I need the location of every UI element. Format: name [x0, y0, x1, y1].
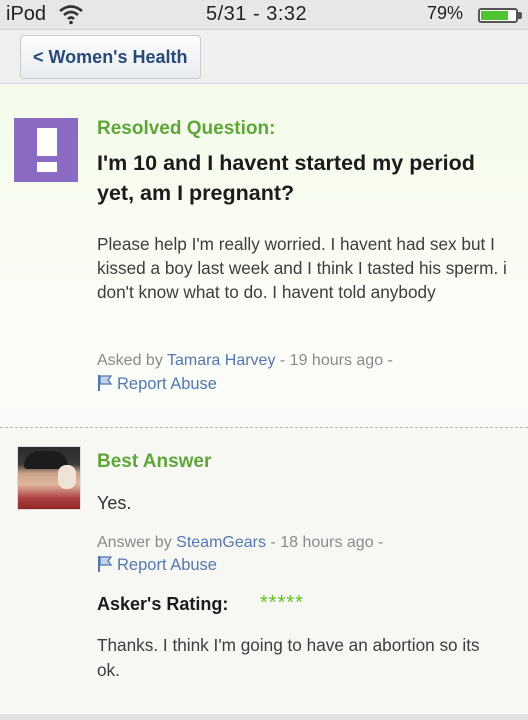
exclamation-bar [37, 128, 57, 156]
answer-by-line: Answer by SteamGears - 18 hours ago - [97, 534, 383, 552]
report-abuse-label: Report Abuse [117, 556, 217, 574]
battery-fill [481, 11, 508, 20]
wifi-icon [59, 5, 83, 25]
status-time: 5/31 - 3:32 [206, 3, 308, 25]
status-bar: iPod 5/31 - 3:32 79% [0, 0, 528, 30]
question-body: Please help I'm really worried. I havent… [97, 234, 507, 302]
answer-text: Yes. [97, 493, 132, 513]
battery-percent: 79% [427, 3, 464, 23]
report-abuse-label: Report Abuse [117, 375, 217, 393]
exclamation-dot [37, 162, 57, 172]
rating-stars: ***** [260, 592, 304, 614]
report-abuse-question[interactable]: Report Abuse [97, 374, 217, 394]
bottom-edge [0, 714, 528, 720]
flag-icon [98, 556, 113, 572]
asked-by-line: Asked by Tamara Harvey - 19 hours ago - [97, 352, 393, 370]
askers-rating-label: Asker's Rating: [97, 594, 229, 614]
flag-icon [98, 375, 113, 391]
answer-prefix: Answer by [97, 534, 172, 551]
asker-link[interactable]: Tamara Harvey [167, 352, 275, 369]
answerer-link[interactable]: SteamGears [176, 534, 266, 551]
nav-bar: < Women's Health [0, 30, 528, 84]
battery-tip [518, 12, 522, 19]
exclamation-icon [14, 118, 78, 182]
section-divider [0, 427, 528, 428]
back-button[interactable]: < Women's Health [20, 35, 201, 79]
report-abuse-answer[interactable]: Report Abuse [97, 555, 217, 575]
question-title: I'm 10 and I havent started my period ye… [97, 151, 475, 205]
asked-prefix: Asked by [97, 352, 163, 369]
avatar-hand [58, 465, 76, 489]
asker-comment: Thanks. I think I'm going to have an abo… [97, 635, 480, 680]
asked-time: - 19 hours ago - [279, 352, 393, 369]
battery-icon [478, 8, 518, 23]
answerer-avatar[interactable] [17, 446, 81, 510]
answer-time: - 18 hours ago - [270, 534, 384, 551]
carrier-label: iPod [6, 3, 47, 25]
best-answer-heading: Best Answer [97, 451, 212, 472]
resolved-question-label: Resolved Question: [97, 118, 276, 139]
